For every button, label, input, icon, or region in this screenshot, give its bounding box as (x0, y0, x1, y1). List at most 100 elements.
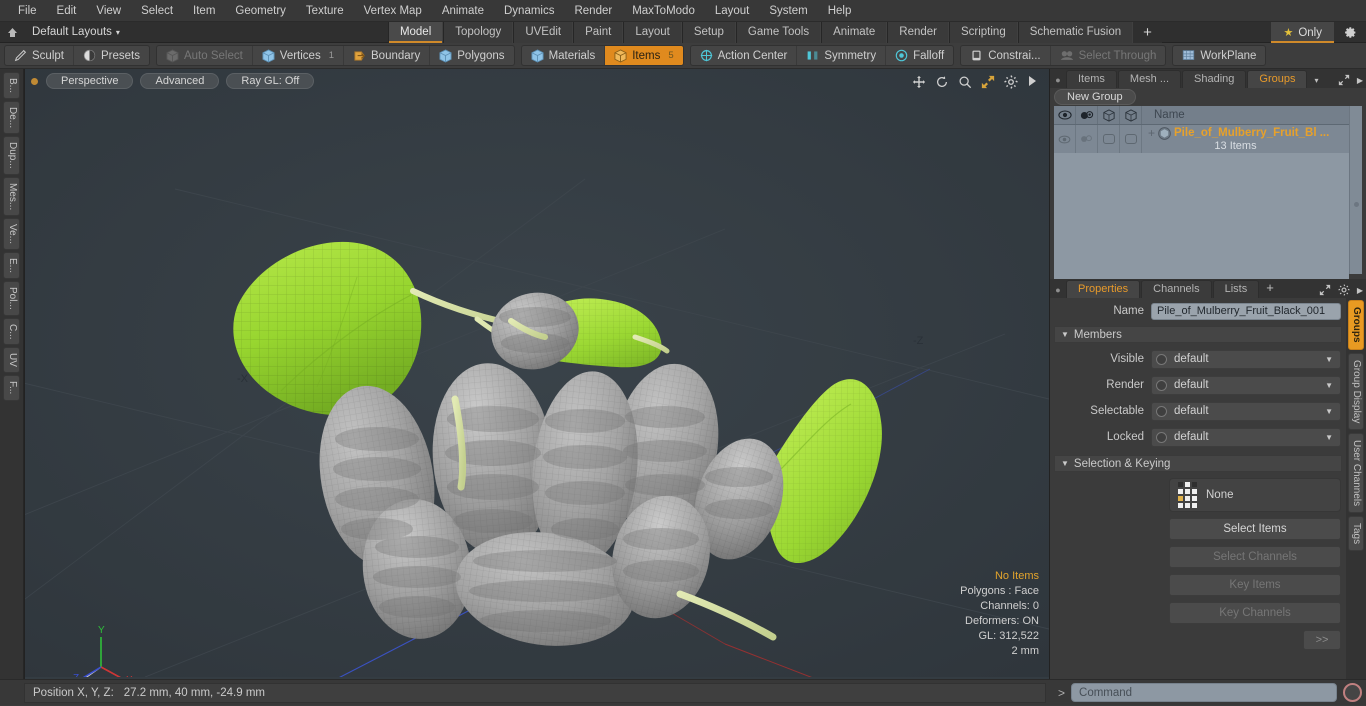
mode-button-symmetry[interactable]: Symmetry (797, 46, 887, 65)
mode-button-materials[interactable]: Materials (522, 46, 606, 65)
menu-item-item[interactable]: Item (183, 3, 225, 19)
mode-button-auto-select[interactable]: Auto Select (157, 46, 253, 65)
panel-menu-dot-icon[interactable]: ● (1050, 285, 1066, 298)
zoom-icon[interactable] (958, 75, 972, 89)
properties-tab-properties[interactable]: Properties (1066, 280, 1141, 298)
layout-tab-paint[interactable]: Paint (573, 21, 624, 43)
row-select-toggle-a[interactable] (1098, 125, 1120, 153)
expand-icon[interactable] (1338, 74, 1350, 86)
member-dropdown-visible[interactable]: default ▼ (1151, 349, 1341, 369)
expand-icon[interactable] (1319, 284, 1331, 296)
side-tab-tags[interactable]: Tags (1348, 516, 1364, 552)
member-radio-icon[interactable] (1156, 405, 1167, 417)
viewport-preset-perspective[interactable]: Perspective (46, 73, 134, 89)
layout-tab-scripting[interactable]: Scripting (948, 21, 1018, 43)
3d-viewport[interactable]: Y X Z -Z -X Perspective Advanced Ray GL:… (24, 69, 1050, 679)
layout-tab-setup[interactable]: Setup (681, 21, 736, 43)
panel-tab-mesh-[interactable]: Mesh ... (1117, 70, 1182, 88)
menu-item-dynamics[interactable]: Dynamics (494, 3, 564, 19)
eye-icon[interactable] (1054, 106, 1076, 124)
mode-button-boundary[interactable]: Boundary (344, 46, 431, 65)
render-icon[interactable] (1076, 106, 1098, 124)
layout-tab-topology[interactable]: Topology (443, 21, 514, 43)
layout-tab-schematic-fusion[interactable]: Schematic Fusion (1017, 21, 1134, 43)
panel-tab-groups[interactable]: Groups (1247, 70, 1308, 88)
panel-menu-dot-icon[interactable]: ● (1050, 75, 1066, 88)
menu-item-render[interactable]: Render (564, 3, 622, 19)
member-radio-icon[interactable] (1156, 353, 1167, 365)
gear-icon[interactable] (1004, 75, 1018, 89)
mode-button-workplane[interactable]: WorkPlane (1173, 46, 1265, 65)
gear-icon[interactable] (1338, 24, 1362, 41)
menu-item-maxtomodo[interactable]: MaxToModo (622, 3, 705, 19)
mode-button-items[interactable]: Items 5 (605, 46, 683, 65)
record-icon[interactable] (1343, 683, 1362, 702)
properties-tab-channels[interactable]: Channels (1141, 280, 1212, 298)
mode-button-select-through[interactable]: Select Through (1051, 46, 1166, 65)
new-group-button[interactable]: New Group (1054, 89, 1136, 105)
member-radio-icon[interactable] (1156, 431, 1167, 443)
mode-button-sculpt[interactable]: Sculpt (5, 46, 74, 65)
mode-button-polygons[interactable]: Polygons (430, 46, 513, 65)
layout-tab-render[interactable]: Render (887, 21, 949, 43)
mode-button-vertices[interactable]: Vertices 1 (253, 46, 345, 65)
group-list-pane[interactable]: Name + Pile_of_Mulberry_Fruit_Bl ... 13 … (1054, 106, 1362, 302)
arrow-right-icon[interactable]: ▶ (1357, 286, 1363, 295)
menu-item-animate[interactable]: Animate (432, 3, 494, 19)
layout-tab-game-tools[interactable]: Game Tools (735, 21, 822, 43)
table-row[interactable]: + Pile_of_Mulberry_Fruit_Bl ... 13 Items (1054, 125, 1349, 153)
left-tool-tab-2[interactable]: Dup... (3, 136, 20, 175)
menu-item-system[interactable]: System (759, 3, 817, 19)
forward-button[interactable]: >> (1303, 630, 1341, 650)
menu-item-help[interactable]: Help (818, 3, 862, 19)
member-dropdown-selectable[interactable]: default ▼ (1151, 401, 1341, 421)
arrow-right-icon[interactable]: ▶ (1357, 76, 1363, 85)
layout-tab-animate[interactable]: Animate (821, 21, 888, 43)
panel-tab-items[interactable]: Items (1066, 70, 1117, 88)
only-toggle-button[interactable]: ★ Only (1271, 22, 1334, 43)
left-tool-tab-0[interactable]: B... (3, 72, 20, 100)
member-dropdown-render[interactable]: default ▼ (1151, 375, 1341, 395)
add-layout-tab-button[interactable]: + (1133, 21, 1162, 43)
panel-tab-shading[interactable]: Shading (1182, 70, 1247, 88)
left-tool-tab-6[interactable]: Pol... (3, 281, 20, 316)
play-icon[interactable] (1027, 75, 1041, 89)
row-select-toggle-b[interactable] (1120, 125, 1142, 153)
side-tab-user-channels[interactable]: User Channels (1348, 432, 1364, 514)
left-tool-tab-9[interactable]: F... (3, 375, 20, 401)
side-tab-group-display[interactable]: Group Display (1348, 352, 1364, 430)
properties-tab-lists[interactable]: Lists (1212, 280, 1260, 298)
selection-preset-dropdown[interactable]: None (1169, 478, 1341, 512)
move-icon[interactable] (912, 75, 926, 89)
members-section-header[interactable]: ▼ Members (1054, 326, 1342, 343)
command-input[interactable]: Command (1071, 683, 1337, 702)
menu-item-select[interactable]: Select (131, 3, 183, 19)
add-properties-tab-button[interactable]: + (1260, 280, 1280, 298)
left-tool-tab-1[interactable]: De... (3, 101, 20, 135)
menu-item-edit[interactable]: Edit (47, 3, 87, 19)
rotate-icon[interactable] (935, 75, 949, 89)
mesh-icon-a[interactable] (1098, 106, 1120, 124)
menu-item-vertex-map[interactable]: Vertex Map (354, 3, 432, 19)
layout-tab-layout[interactable]: Layout (623, 21, 682, 43)
mesh-icon-b[interactable] (1120, 106, 1142, 124)
viewport-raygl-toggle[interactable]: Ray GL: Off (226, 73, 315, 89)
left-tool-tab-7[interactable]: C... (3, 317, 20, 346)
member-dropdown-locked[interactable]: default ▼ (1151, 427, 1341, 447)
chevron-down-icon[interactable]: ▾ (1308, 76, 1324, 88)
row-visible-toggle[interactable] (1054, 125, 1076, 153)
menu-item-layout[interactable]: Layout (705, 3, 760, 19)
mode-button-presets[interactable]: Presets (74, 46, 149, 65)
row-expander[interactable]: + (1148, 127, 1155, 139)
menu-item-geometry[interactable]: Geometry (225, 3, 296, 19)
layout-tab-model[interactable]: Model (387, 21, 444, 43)
menu-item-texture[interactable]: Texture (296, 3, 354, 19)
gear-icon[interactable] (1338, 284, 1350, 296)
mode-button-falloff[interactable]: Falloff (886, 46, 953, 65)
left-tool-tab-8[interactable]: UV (3, 347, 20, 374)
side-tab-groups[interactable]: Groups (1348, 300, 1364, 350)
home-icon[interactable] (0, 27, 24, 38)
fit-icon[interactable] (981, 75, 995, 89)
mode-button-constrai-[interactable]: Constrai... (961, 46, 1051, 65)
mode-button-action-center[interactable]: Action Center (691, 46, 798, 65)
